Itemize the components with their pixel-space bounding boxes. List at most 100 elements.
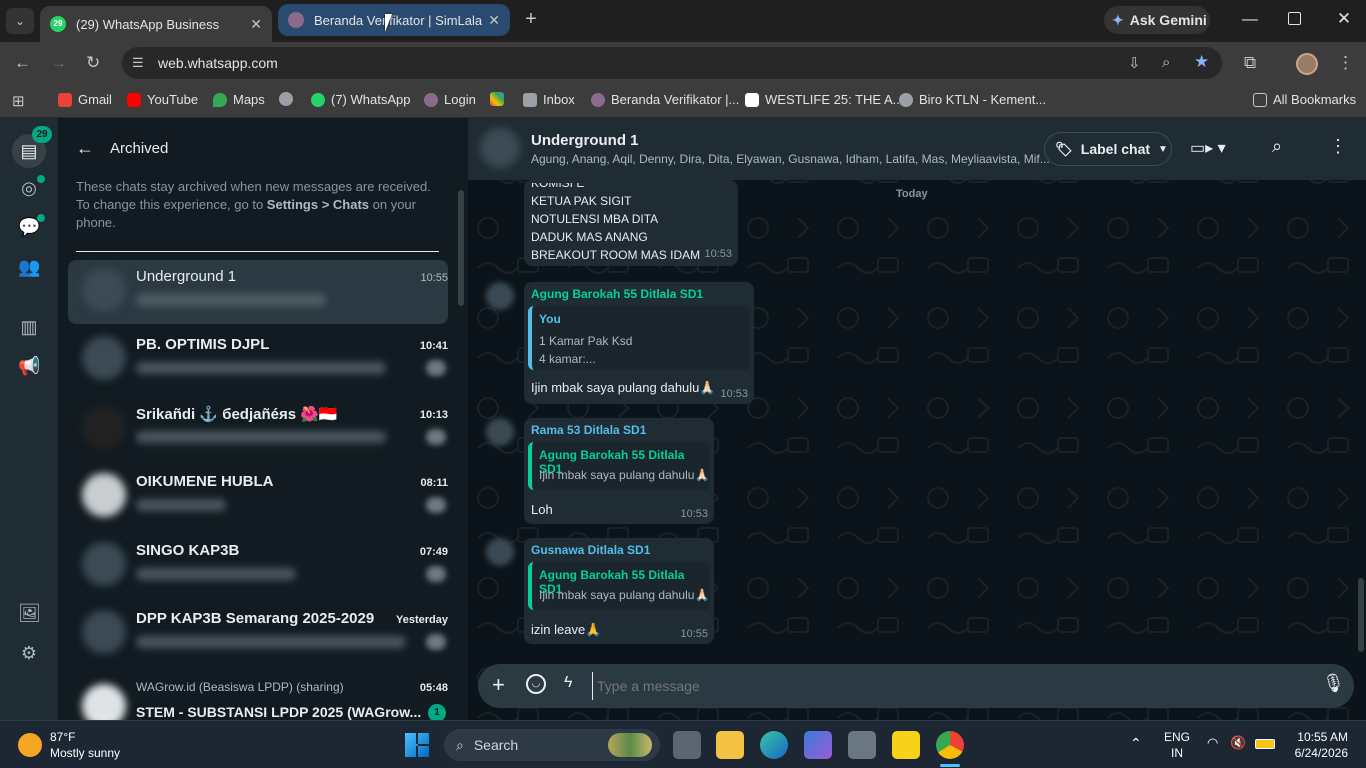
file-explorer-icon[interactable] (716, 731, 744, 759)
maximize-button[interactable] (1288, 12, 1301, 25)
tab-close-icon[interactable]: ✕ (250, 16, 262, 33)
edge-icon[interactable] (760, 731, 788, 759)
copilot-icon[interactable] (804, 731, 832, 759)
unread-badge: 29 (32, 126, 52, 143)
message-preview (136, 499, 226, 511)
back-arrow-icon[interactable]: ← (76, 138, 94, 159)
sender-name: Gusnawa Ditlala SD1 (531, 543, 651, 557)
avatar (82, 684, 126, 720)
conversation-panel: Underground 1 Agung, Anang, Aqil, Denny,… (468, 118, 1366, 720)
settings-icon[interactable]: ⚙ (18, 642, 40, 664)
scrollbar[interactable] (458, 190, 464, 306)
all-bookmarks-button[interactable]: All Bookmarks (1253, 92, 1356, 107)
new-tab-button[interactable]: + (520, 8, 542, 30)
chat-row[interactable]: DPP KAP3B Semarang 2025-2029 Yesterday (68, 602, 448, 666)
microphone-icon[interactable]: 🎙 (1322, 673, 1345, 694)
bookmark-inbox[interactable]: Inbox (523, 92, 575, 107)
ask-gemini-button[interactable]: ✦ Ask Gemini (1104, 6, 1210, 34)
message-bubble[interactable]: Gusnawa Ditlala SD1 Agung Barokah 55 Dit… (524, 538, 714, 644)
volume-mute-icon[interactable]: 🔇 (1230, 735, 1246, 751)
bookmark-gmail[interactable]: Gmail (58, 92, 112, 107)
media-icon[interactable]: 🖼 (18, 602, 41, 624)
bookmark-pinwheel[interactable] (490, 92, 510, 106)
chat-title[interactable]: Underground 1 (531, 132, 639, 149)
label-icon: 🏷 (1055, 140, 1073, 157)
members-list[interactable]: Agung, Anang, Aqil, Denny, Dira, Dita, E… (531, 152, 1050, 166)
camera-icon[interactable] (848, 731, 876, 759)
tab-whatsapp[interactable]: 29 (29) WhatsApp Business ✕ (40, 6, 272, 42)
pinwheel-icon (490, 92, 504, 106)
catalog-icon[interactable]: ▥ (18, 316, 40, 338)
unread-pill (426, 429, 446, 445)
group-avatar[interactable] (480, 128, 520, 168)
reload-icon[interactable]: ↻ (86, 53, 100, 73)
menu-icon[interactable]: ⋮ (1329, 136, 1347, 157)
bookmark-beranda[interactable]: Beranda Verifikator |... (591, 92, 739, 107)
profile-avatar[interactable] (1296, 53, 1318, 75)
chrome-icon[interactable] (936, 731, 964, 759)
install-app-icon[interactable]: ⇩ (1128, 54, 1141, 72)
zoom-icon[interactable]: ⌕ (1162, 54, 1170, 71)
message-bubble[interactable]: Agung Barokah 55 Ditlala SD1 You 1 Kamar… (524, 282, 754, 404)
quoted-message[interactable]: You 1 Kamar Pak Ksd 4 kamar:... (528, 306, 750, 370)
message-input[interactable] (592, 672, 1292, 700)
minimize-button[interactable]: — (1240, 10, 1260, 30)
wifi-icon[interactable]: ◠ (1207, 735, 1218, 751)
start-button[interactable] (405, 733, 429, 757)
login-site-icon (424, 92, 438, 107)
search-icon[interactable]: ⌕ (1272, 136, 1282, 157)
bookmark-maps[interactable]: Maps (213, 92, 265, 107)
clock[interactable]: 10:55 AM 6/24/2026 (1288, 729, 1348, 761)
ads-icon[interactable]: 📢 (18, 355, 40, 377)
url-text: web.whatsapp.com (158, 55, 278, 71)
message-bubble[interactable]: KOMISI E KETUA PAK SIGIT NOTULENSI MBA D… (524, 180, 738, 266)
chat-row[interactable]: Srikañdi ⚓ бedjañéяs 🌺🇮🇩 10:13 (68, 397, 448, 461)
quick-reply-icon[interactable]: ϟ (564, 674, 572, 692)
bookmark-whatsapp[interactable]: (7) WhatsApp (311, 92, 410, 107)
label-chat-button[interactable]: 🏷 Label chat ▼ (1044, 132, 1172, 166)
bookmark-star-icon[interactable]: ★ (1194, 52, 1209, 72)
taskbar-search[interactable]: ⌕ Search (444, 729, 660, 761)
quoted-message[interactable]: Agung Barokah 55 Ditlala SD1 Ijin mbak s… (528, 442, 710, 490)
chat-row[interactable]: PB. OPTIMIS DJPL 10:41 (68, 328, 448, 392)
battery-icon[interactable] (1255, 739, 1275, 749)
sticky-notes-icon[interactable] (892, 731, 920, 759)
extensions-icon[interactable]: ⧉ (1244, 53, 1256, 73)
menu-kebab-icon[interactable]: ⋮ (1337, 53, 1354, 73)
mail-icon (523, 92, 537, 107)
search-highlight-image (608, 733, 652, 757)
chat-row[interactable]: WAGrow.id (Beasiswa LPDP) (sharing) STEM… (68, 674, 448, 720)
weather-widget[interactable]: 87°F Mostly sunny (18, 729, 138, 761)
apps-grid-icon[interactable]: ⊞ (12, 92, 25, 110)
tab-search-button[interactable]: ⌄ (6, 8, 34, 34)
bookmark-biro[interactable]: Biro KTLN - Kement... (899, 92, 1046, 107)
tray-chevron-icon[interactable]: ⌃ (1130, 735, 1142, 752)
task-view-icon[interactable] (673, 731, 701, 759)
chat-row[interactable]: SINGO KAP3B 07:49 (68, 534, 448, 598)
close-window-button[interactable]: ✕ (1334, 8, 1354, 30)
bookmark-login[interactable]: Login (424, 92, 476, 107)
chat-row[interactable]: Underground 1 10:55 (68, 260, 448, 324)
tab-close-icon[interactable]: ✕ (488, 12, 500, 29)
message-bubble[interactable]: Rama 53 Ditlala SD1 Agung Barokah 55 Dit… (524, 418, 714, 524)
video-call-icon[interactable]: ▭▸ ▾ (1190, 138, 1226, 158)
bookmark-youtube[interactable]: YouTube (127, 92, 198, 107)
address-bar[interactable]: ☰ web.whatsapp.com ⇩ ⌕ ★ (122, 47, 1222, 79)
communities-icon[interactable]: 👥 (18, 256, 40, 278)
chevron-down-icon: ▼ (1158, 143, 1168, 155)
quote-text: 1 Kamar Pak Ksd 4 kamar:... (539, 334, 633, 366)
back-icon[interactable]: ← (14, 53, 31, 73)
bookmark-westlife[interactable]: WESTLIFE 25: THE A... (745, 92, 903, 107)
forward-icon[interactable]: → (50, 53, 67, 73)
language-indicator[interactable]: ENG IN (1164, 729, 1190, 761)
quoted-message[interactable]: Agung Barokah 55 Ditlala SD1 Ijin mbak s… (528, 562, 710, 610)
bookmark-globe[interactable] (279, 92, 299, 106)
message-text: KOMISI E KETUA PAK SIGIT NOTULENSI MBA D… (531, 176, 701, 262)
site-info-icon[interactable]: ☰ (132, 55, 144, 71)
chat-scrollbar[interactable] (1358, 578, 1364, 652)
archived-panel: ← Archived These chats stay archived whe… (58, 118, 468, 720)
message-composer: + ◡ ϟ 🎙 (478, 664, 1354, 708)
attach-plus-icon[interactable]: + (492, 673, 505, 697)
chat-row[interactable]: OIKUMENE HUBLA 08:11 (68, 465, 448, 529)
emoji-icon[interactable]: ◡ (526, 674, 546, 694)
